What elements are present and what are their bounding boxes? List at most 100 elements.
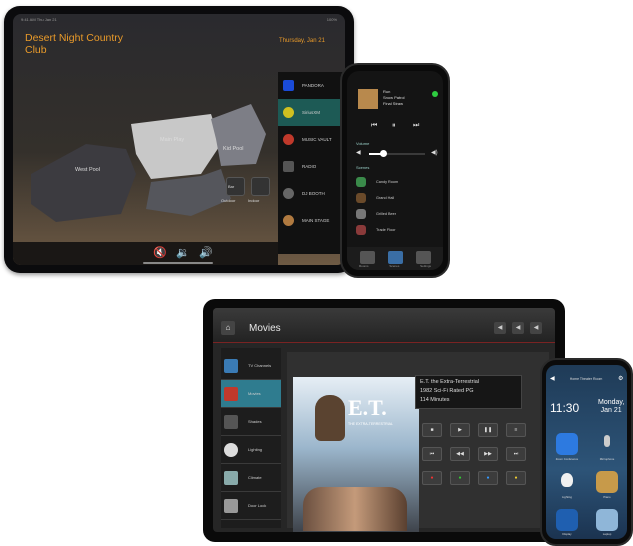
volume-up-icon[interactable]: ◀ bbox=[530, 322, 542, 334]
sidebar-item-tv-channels[interactable]: TV Channels bbox=[221, 352, 281, 380]
status-bar-battery: 100% bbox=[326, 17, 337, 22]
indoor-zone-button[interactable] bbox=[251, 177, 270, 196]
day-date: Monday, Jan 21 bbox=[598, 399, 624, 415]
mute-icon[interactable]: ◀ bbox=[494, 322, 506, 334]
zone-label-west-pool[interactable]: West Pool bbox=[75, 167, 100, 173]
volume-icon[interactable]: ◀ bbox=[550, 375, 555, 382]
source-label: MUSIC VAULT bbox=[302, 137, 332, 142]
page-title: Movies bbox=[249, 323, 281, 334]
scene-item[interactable]: Grilled Beer bbox=[356, 207, 396, 221]
poster-cast-image bbox=[303, 487, 407, 531]
piano-icon[interactable] bbox=[596, 471, 618, 493]
next-track-icon[interactable]: ⏭ bbox=[413, 122, 419, 130]
tab-rooms-icon[interactable] bbox=[360, 251, 375, 264]
zone-label-kid-pool[interactable]: Kid Pool bbox=[223, 146, 244, 152]
sidebar-item-movies[interactable]: Movies bbox=[221, 380, 281, 408]
source-pandora[interactable]: PANDORA bbox=[278, 72, 345, 99]
scene-item[interactable]: Grand Hall bbox=[356, 191, 394, 205]
source-label: SiriusXM bbox=[302, 110, 321, 115]
volume-slider-knob[interactable] bbox=[380, 150, 387, 157]
volume-up-icon[interactable]: 🔊 bbox=[199, 246, 213, 259]
current-date: Thursday, Jan 21 bbox=[279, 38, 325, 44]
stop-button[interactable]: ■ bbox=[422, 423, 442, 437]
zone-kid-pool-shape[interactable] bbox=[211, 104, 266, 166]
sidebar-item-lighting[interactable]: Lighting bbox=[221, 436, 281, 464]
scene-icon bbox=[356, 225, 366, 235]
scene-item[interactable]: Candy Room bbox=[356, 175, 398, 189]
zoom-icon[interactable] bbox=[556, 433, 578, 455]
green-button[interactable]: ● bbox=[450, 471, 470, 485]
pause-button[interactable]: ❚❚ bbox=[478, 423, 498, 437]
app-label: Display bbox=[562, 532, 572, 536]
zone-map bbox=[31, 104, 266, 222]
tab-settings-icon[interactable] bbox=[416, 251, 431, 264]
fast-forward-button[interactable]: ▶▶ bbox=[478, 447, 498, 461]
lightbulb-icon bbox=[224, 442, 238, 457]
source-main-stage[interactable]: MAIN STAGE bbox=[278, 207, 345, 234]
source-list: PANDORA SiriusXM MUSIC VAULT RADIO DJ BO… bbox=[278, 72, 345, 254]
main-stage-icon bbox=[283, 215, 294, 226]
ipad-screen: 9:41 AM Thu Jan 21 100% Desert Night Cou… bbox=[13, 14, 345, 265]
source-radio[interactable]: RADIO bbox=[278, 153, 345, 180]
zone-west-pool-shape[interactable] bbox=[31, 144, 136, 222]
sidebar-item-climate[interactable]: Climate bbox=[221, 464, 281, 492]
tab-scenes-icon[interactable] bbox=[388, 251, 403, 264]
sidebar-item-label: Door Lock bbox=[248, 503, 267, 508]
et-character-figure bbox=[315, 395, 345, 441]
playback-controls: ■ ▶ ❚❚ ≡ ⏮ ◀◀ ▶▶ ⏭ ● ● ● ● bbox=[422, 423, 528, 503]
siriusxm-icon bbox=[283, 107, 294, 118]
tab-settings[interactable]: Settings bbox=[420, 264, 431, 268]
play-button[interactable]: ▶ bbox=[450, 423, 470, 437]
app-label: Microphone bbox=[599, 457, 615, 461]
blue-button[interactable]: ● bbox=[478, 471, 498, 485]
sidebar-item-label: Lighting bbox=[248, 447, 263, 452]
previous-track-icon[interactable]: ⏮ bbox=[371, 122, 377, 130]
music-vault-icon bbox=[283, 134, 294, 145]
sidebar-item-door-lock[interactable]: Door Lock bbox=[221, 492, 281, 520]
volume-section-label: Volume bbox=[356, 141, 370, 146]
volume-down-icon[interactable]: ◀ bbox=[512, 322, 524, 334]
volume-down-icon[interactable]: 🔉 bbox=[176, 246, 190, 259]
scene-item[interactable]: Trade Floor bbox=[356, 223, 395, 237]
settings-icon[interactable]: ⚙ bbox=[618, 375, 623, 382]
skip-back-button[interactable]: ⏮ bbox=[422, 447, 442, 461]
home-indicator[interactable] bbox=[143, 262, 213, 264]
source-label: RADIO bbox=[302, 164, 317, 169]
zone-label-main-play[interactable]: Main Play bbox=[160, 137, 184, 143]
poster-subtitle: THE EXTRA-TERRESTRIAL bbox=[348, 422, 393, 426]
movie-poster: E.T. THE EXTRA-TERRESTRIAL bbox=[293, 377, 419, 532]
home-icon[interactable]: ⌂ bbox=[221, 321, 235, 335]
volume-high-icon[interactable]: ◀) bbox=[431, 149, 438, 156]
skip-forward-button[interactable]: ⏭ bbox=[506, 447, 526, 461]
source-label: MAIN STAGE bbox=[302, 218, 330, 223]
zone-main-play-shape[interactable] bbox=[131, 114, 221, 179]
venue-title: Desert Night Country Club bbox=[25, 32, 124, 56]
volume-slider[interactable] bbox=[369, 153, 425, 155]
date-label: Jan 21 bbox=[600, 407, 622, 414]
clock-time: 11:30 bbox=[550, 401, 580, 415]
bulb-shape bbox=[561, 473, 573, 487]
tab-rooms[interactable]: Rooms bbox=[359, 264, 369, 268]
mute-icon[interactable]: 🔇 bbox=[153, 246, 167, 259]
sidebar-item-shades[interactable]: Shades bbox=[221, 408, 281, 436]
movie-runtime: 114 Minutes bbox=[420, 397, 450, 403]
source-dj-booth[interactable]: DJ BOOTH bbox=[278, 180, 345, 207]
microphone-icon[interactable] bbox=[596, 433, 618, 455]
red-button[interactable]: ● bbox=[422, 471, 442, 485]
laptop-icon[interactable] bbox=[596, 509, 618, 531]
power-status-icon[interactable] bbox=[432, 91, 438, 97]
rewind-button[interactable]: ◀◀ bbox=[450, 447, 470, 461]
yellow-button[interactable]: ● bbox=[506, 471, 526, 485]
scene-label: Candy Room bbox=[376, 180, 399, 184]
display-icon[interactable] bbox=[556, 509, 578, 531]
pause-icon[interactable]: ⏸ bbox=[392, 122, 396, 130]
movie-details: 1982 Sci-Fi Rated PG bbox=[420, 388, 474, 394]
iphone-screen-1: Run Snow Patrol Final Straw ⏮ ⏸ ⏭ Volume… bbox=[347, 71, 443, 270]
menu-button[interactable]: ≡ bbox=[506, 423, 526, 437]
lightbulb-icon[interactable] bbox=[556, 471, 578, 493]
volume-low-icon[interactable]: ◀ bbox=[356, 149, 361, 156]
tab-scenes[interactable]: Scenes bbox=[389, 264, 399, 268]
app-label: Piano bbox=[603, 495, 611, 499]
source-music-vault[interactable]: MUSIC VAULT bbox=[278, 126, 345, 153]
source-siriusxm[interactable]: SiriusXM bbox=[278, 99, 345, 126]
